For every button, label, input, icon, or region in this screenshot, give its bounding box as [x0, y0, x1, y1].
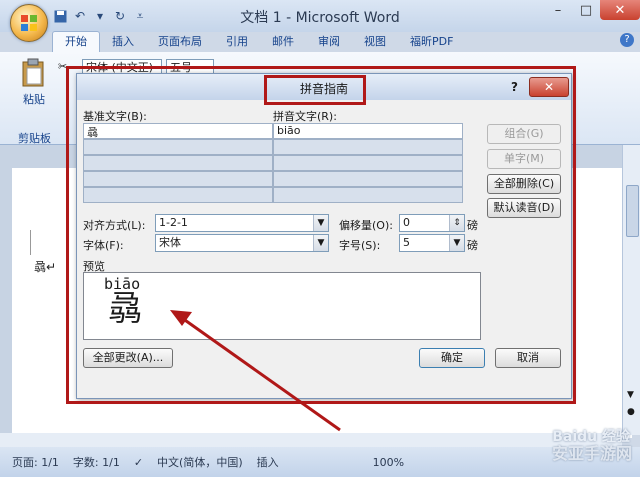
office-logo-icon: [21, 15, 37, 31]
annotation-arrow-icon: [170, 310, 341, 432]
office-button[interactable]: [10, 4, 48, 42]
